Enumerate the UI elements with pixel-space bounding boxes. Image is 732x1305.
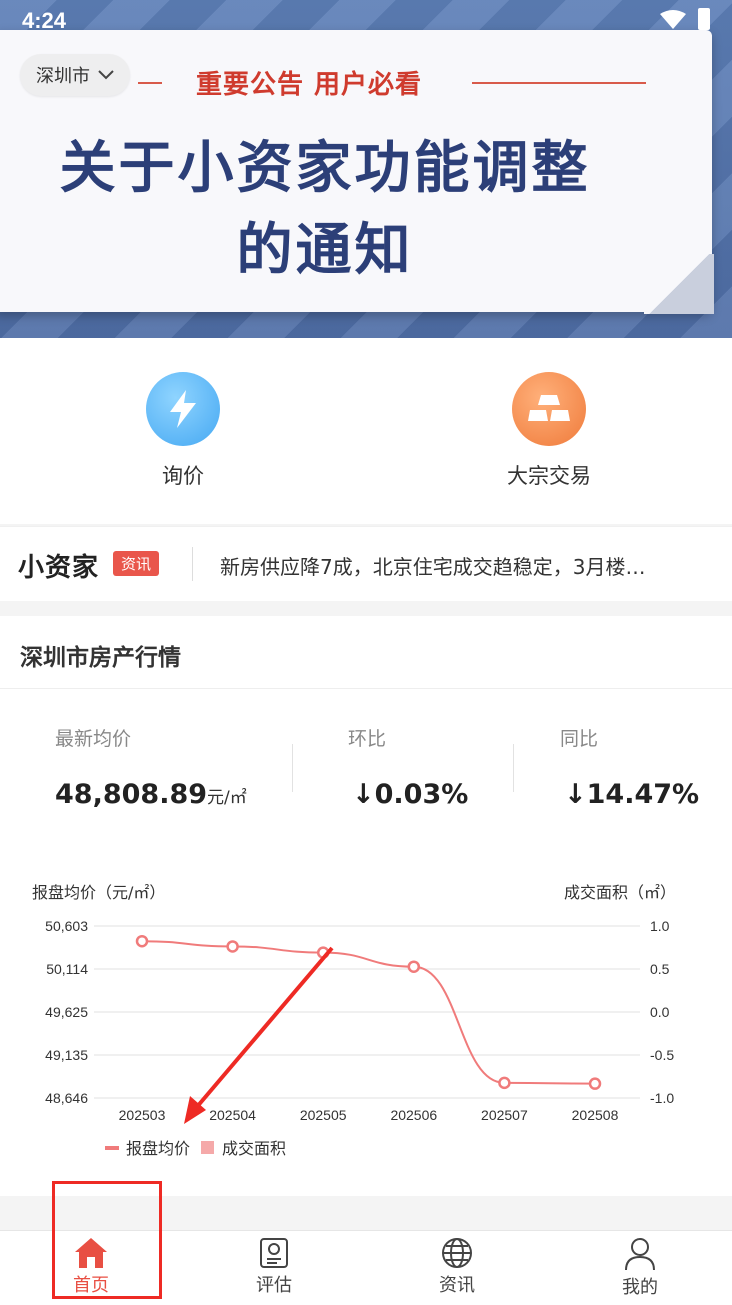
y-tick-left: 48,646 [45,1090,88,1106]
y-tick-left: 49,135 [45,1047,88,1063]
city-selector[interactable]: 深圳市 [20,54,130,96]
y-tick-left: 50,114 [46,961,88,977]
price-trend-chart: 报盘均价（元/㎡） 成交面积（㎡） 50,603 1.0 50,114 0.5 49,625… [32,883,676,1158]
nav-label: 评估 [256,1275,292,1296]
data-point [498,1076,511,1090]
highlight-box [52,1181,162,1299]
data-point [316,946,330,959]
banner-headline: 关于小资家功能调整 的通知 [0,128,650,292]
section-divider [0,688,732,689]
y-axis-right-title: 成交面积（㎡） [564,883,676,902]
page-curl [644,254,714,314]
y-tick-left: 50,603 [45,918,88,934]
price-value: 48,808.89 [55,779,208,810]
nav-item-news[interactable]: 资讯 [407,1237,507,1297]
x-tick-label: 202505 [300,1107,347,1123]
news-headline[interactable]: 新房供应降7成，北京住宅成交趋稳定，3月楼… [220,551,700,580]
quick-action-label: 大宗交易 [507,464,591,488]
news-divider [192,547,193,581]
nav-label: 资讯 [439,1275,475,1296]
y-tick-right: 0.0 [650,1004,670,1020]
stat-latest-price: 最新均价 48,808.89元/㎡ [55,724,247,810]
stat-value: ↓14.47% [564,779,700,810]
x-tick-label: 202507 [481,1107,528,1123]
chevron-down-icon [98,70,114,80]
stat-yoy: 同比 ↓14.47% [560,724,699,810]
quick-action-inquiry[interactable]: 询价 [113,372,253,490]
nav-item-appraisal[interactable]: 评估 [224,1237,324,1297]
y-tick-right: 0.5 [650,961,670,977]
stat-divider [513,744,514,792]
x-tick-label: 202506 [390,1107,437,1123]
appraisal-icon [260,1238,288,1268]
legend-label-price: 报盘均价 [126,1139,190,1158]
y-axis-left-title: 报盘均价（元/㎡） [32,883,165,902]
data-point [407,960,421,973]
y-tick-right: -0.5 [650,1047,674,1063]
city-label: 深圳市 [36,66,90,87]
price-unit: 元/㎡ [207,788,247,808]
quick-actions: 询价 大宗交易 [0,338,732,524]
stat-mom: 环比 ↓0.03% [348,724,468,810]
legend-label-area: 成交面积 [222,1139,286,1158]
y-tick-left: 49,625 [45,1004,88,1020]
notice-line-right [472,82,646,84]
market-section: 深圳市房产行情 最新均价 48,808.89元/㎡ 环比 ↓0.03% 同比 ↓… [0,616,732,1196]
lightning-icon [146,372,220,446]
status-bar: 4:24 [0,0,732,40]
status-time: 4:24 [22,8,67,33]
stat-label: 同比 [560,728,599,750]
stat-label: 最新均价 [55,728,132,750]
stat-value: 48,808.89元/㎡ [55,779,247,810]
news-brand: 小资家 [18,553,100,583]
notice-line-left [138,82,162,84]
section-title: 深圳市房产行情 [20,645,181,671]
news-tag: 资讯 [113,551,160,576]
nav-item-profile[interactable]: 我的 [590,1237,690,1299]
nav-label: 我的 [622,1277,658,1298]
x-tick-label: 202503 [119,1107,166,1123]
legend-swatch-area [201,1141,214,1154]
data-point [135,934,149,948]
x-tick-label: 202504 [209,1107,256,1123]
stat-value: ↓0.03% [352,779,469,810]
globe-icon [442,1238,472,1268]
data-point [226,940,239,953]
notice-subtitle: 重要公告 用户必看 [196,70,423,100]
y-tick-right: -1.0 [650,1090,674,1106]
quick-action-bulk-trade[interactable]: 大宗交易 [479,372,619,490]
announcement-banner[interactable]: 重要公告 用户必看 关于小资家功能调整 的通知 [0,0,732,338]
battery-icon [698,8,710,30]
quick-action-label: 询价 [162,464,204,488]
headline-line-2: 的通知 [236,218,414,283]
stat-label: 环比 [348,728,387,750]
gold-bars-icon [512,372,586,446]
legend-swatch-price [105,1146,119,1150]
y-tick-right: 1.0 [650,918,670,934]
data-point [588,1077,602,1090]
x-tick-label: 202508 [572,1107,619,1123]
profile-icon [625,1238,655,1271]
stat-divider [292,744,293,792]
wifi-icon [660,10,686,29]
headline-line-1: 关于小资家功能调整 [59,136,591,201]
news-ticker[interactable]: 小资家 资讯 新房供应降7成，北京住宅成交趋稳定，3月楼… [0,526,732,601]
